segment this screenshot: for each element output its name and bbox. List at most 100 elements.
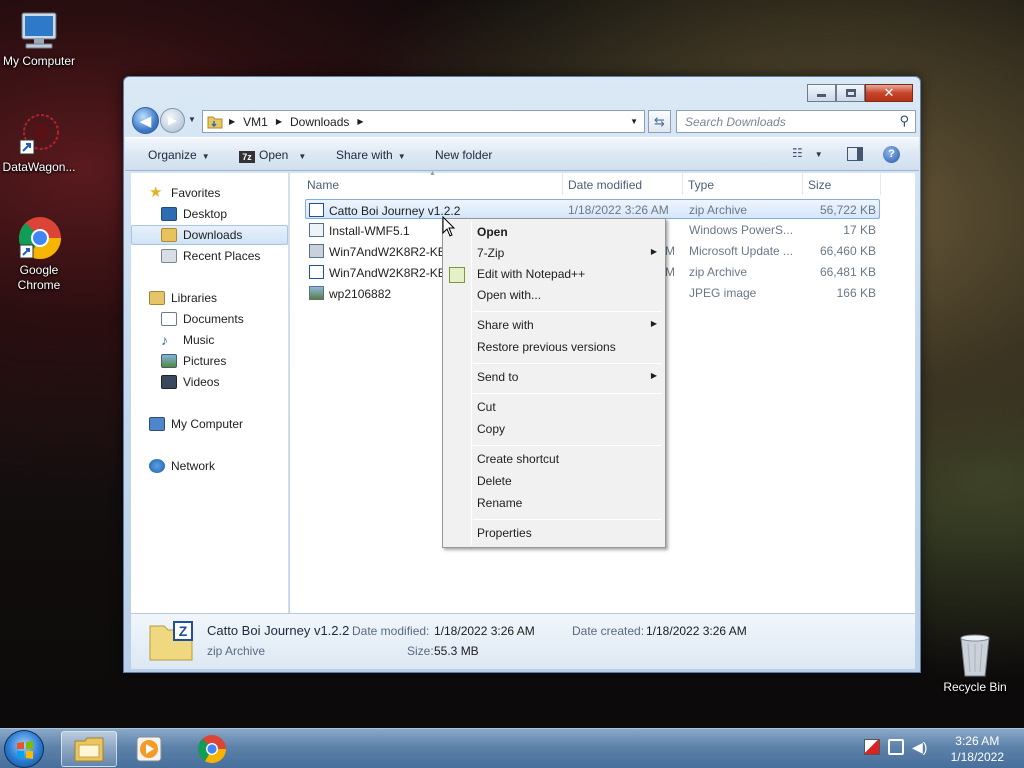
- maximize-button[interactable]: [836, 84, 865, 102]
- file-date: M: [665, 265, 675, 279]
- file-size: 17 KB: [843, 223, 876, 237]
- breadcrumb-separator: ▶: [229, 117, 236, 126]
- help-button[interactable]: ?: [883, 146, 900, 163]
- close-button[interactable]: ✕: [865, 84, 913, 102]
- start-button[interactable]: [4, 730, 44, 768]
- menu-item-restore-previous-versions[interactable]: Restore previous versions: [477, 337, 657, 357]
- column-header-date-modified[interactable]: Date modified: [562, 173, 683, 195]
- breadcrumb-item[interactable]: VM1: [243, 115, 268, 129]
- menu-item-7zip[interactable]: 7-Zip ▶: [477, 243, 657, 263]
- submenu-arrow-icon: ▶: [650, 319, 657, 328]
- libraries-icon: [149, 291, 165, 305]
- details-date-modified: 1/18/2022 3:26 AM: [434, 624, 535, 638]
- volume-icon[interactable]: ◀): [912, 739, 927, 755]
- desktop-icon-google-chrome[interactable]: Google Chrome: [0, 215, 79, 293]
- menu-label: Cut: [477, 400, 496, 414]
- share-with-button[interactable]: Share with ▼: [336, 148, 406, 162]
- preview-pane-button[interactable]: [847, 147, 863, 164]
- nav-libraries[interactable]: Libraries: [149, 288, 217, 308]
- details-size: 55.3 MB: [434, 644, 479, 658]
- forward-button[interactable]: ▶: [160, 108, 185, 133]
- pictures-icon: [161, 354, 177, 368]
- submenu-arrow-icon: ▶: [650, 371, 657, 380]
- nav-documents[interactable]: Documents: [161, 309, 244, 329]
- action-center-flag-icon[interactable]: [864, 739, 880, 755]
- recent-pages-dropdown[interactable]: ▼: [188, 115, 196, 124]
- desktop-icon: [161, 207, 177, 221]
- menu-item-share-with[interactable]: Share with ▶: [477, 315, 657, 335]
- nav-label: Documents: [183, 312, 244, 326]
- column-header-type[interactable]: Type: [682, 173, 803, 195]
- update-package-icon: [309, 244, 324, 258]
- minimize-button[interactable]: [807, 84, 836, 102]
- column-label: Size: [808, 178, 832, 192]
- change-view-button[interactable]: ☷ ▼: [792, 146, 823, 160]
- nav-recent-places[interactable]: Recent Places: [161, 246, 260, 266]
- organize-button[interactable]: Organize ▼: [148, 148, 210, 162]
- taskbar-clock[interactable]: 3:26 AM 1/18/2022: [951, 733, 1004, 765]
- open-label: Open: [259, 148, 289, 162]
- mouse-cursor-icon: [442, 216, 456, 237]
- address-bar[interactable]: ▶ VM1 ▶ Downloads ▶ ▼: [202, 110, 645, 133]
- menu-item-properties[interactable]: Properties: [477, 523, 657, 543]
- taskbar-explorer[interactable]: [61, 731, 117, 767]
- nav-label: Favorites: [171, 186, 221, 200]
- menu-item-send-to[interactable]: Send to ▶: [477, 367, 657, 387]
- system-tray: ◀): [864, 739, 927, 755]
- nav-desktop[interactable]: Desktop: [161, 204, 227, 224]
- search-input[interactable]: Search Downloads ⚲: [676, 110, 916, 133]
- back-button[interactable]: ◀: [132, 107, 159, 134]
- nav-label: Network: [171, 459, 216, 473]
- file-row[interactable]: Catto Boi Journey v1.2.2 1/18/2022 3:26 …: [305, 199, 880, 219]
- refresh-button[interactable]: ⇆: [648, 110, 671, 133]
- menu-label: Properties: [477, 526, 532, 540]
- music-icon: ♪: [161, 332, 168, 348]
- nav-pictures[interactable]: Pictures: [161, 351, 226, 371]
- menu-item-create-shortcut[interactable]: Create shortcut: [477, 449, 657, 469]
- nav-downloads[interactable]: Downloads: [131, 225, 288, 245]
- folder-icon: [207, 116, 223, 128]
- new-folder-label: New folder: [435, 148, 493, 162]
- details-file-type: zip Archive: [207, 644, 266, 658]
- file-type: JPEG image: [689, 286, 757, 300]
- help-icon: ?: [883, 146, 900, 163]
- desktop-icon-recycle-bin[interactable]: Recycle Bin: [935, 632, 1015, 695]
- menu-item-rename[interactable]: Rename: [477, 493, 657, 513]
- arrow-left-icon: ◀: [139, 112, 152, 130]
- nav-my-computer[interactable]: My Computer: [149, 414, 243, 434]
- column-header-name[interactable]: Name ▲: [301, 170, 563, 195]
- menu-gutter: [471, 221, 472, 545]
- nav-network[interactable]: Network: [149, 456, 215, 476]
- chevron-down-icon: ▼: [397, 152, 406, 161]
- column-label: Type: [688, 178, 715, 192]
- menu-label: Edit with Notepad++: [477, 267, 586, 281]
- file-name: wp2106882: [309, 286, 391, 301]
- taskbar-media-player[interactable]: [121, 731, 177, 767]
- nav-videos[interactable]: Videos: [161, 372, 219, 392]
- menu-item-open[interactable]: Open: [477, 222, 657, 242]
- menu-item-edit-notepad[interactable]: Edit with Notepad++: [477, 264, 657, 284]
- open-button[interactable]: 7z Open ▼: [239, 148, 306, 163]
- network-tray-icon[interactable]: [888, 739, 904, 755]
- menu-item-open-with[interactable]: Open with...: [477, 285, 657, 305]
- menu-label: Restore previous versions: [477, 340, 616, 354]
- taskbar-chrome[interactable]: [184, 731, 240, 767]
- menu-separator: [473, 363, 662, 364]
- desktop-icon-label: Recycle Bin: [943, 680, 1007, 694]
- nav-music[interactable]: ♪ Music: [161, 330, 214, 350]
- details-date-created: 1/18/2022 3:26 AM: [646, 624, 747, 638]
- breadcrumb-item[interactable]: Downloads: [290, 115, 349, 129]
- menu-item-copy[interactable]: Copy: [477, 419, 657, 439]
- desktop-icon-my-computer[interactable]: My Computer: [0, 10, 79, 69]
- new-folder-button[interactable]: New folder: [435, 148, 492, 162]
- menu-item-delete[interactable]: Delete: [477, 471, 657, 491]
- column-header-size[interactable]: Size: [802, 173, 881, 195]
- desktop-icon-datawagon[interactable]: DataWagon...: [0, 112, 79, 175]
- file-name: Catto Boi Journey v1.2.2: [309, 203, 460, 218]
- nav-favorites[interactable]: ★ Favorites: [149, 183, 220, 203]
- menu-item-cut[interactable]: Cut: [477, 397, 657, 417]
- address-dropdown-icon[interactable]: ▼: [630, 117, 638, 126]
- column-label: Name: [307, 178, 340, 192]
- search-icon: ⚲: [899, 113, 909, 128]
- refresh-icon: ⇆: [654, 113, 665, 129]
